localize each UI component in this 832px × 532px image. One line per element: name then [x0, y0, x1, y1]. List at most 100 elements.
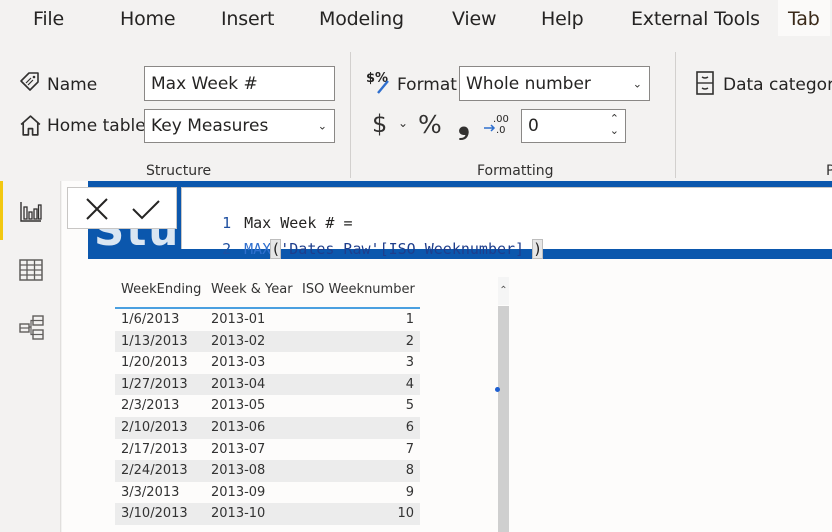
currency-dropdown-chevron-icon[interactable]: ⌄	[398, 116, 408, 130]
cell-week-year: 2013-10	[211, 506, 266, 522]
data-category-label[interactable]: Data category	[723, 75, 832, 95]
tab-modeling[interactable]: Modeling	[319, 8, 404, 30]
table-row[interactable]: 1/20/2013 2013-03 3	[115, 352, 420, 374]
tab-view[interactable]: View	[452, 8, 496, 30]
cell-weekending: 3/3/2013	[121, 484, 180, 500]
properties-group-label: P	[826, 163, 832, 179]
cell-iso-weeknumber: 1	[405, 312, 414, 327]
table-row[interactable]: 2/24/2013 2013-08 8	[115, 460, 420, 482]
group-divider	[675, 52, 676, 178]
measure-name-value: Max Week #	[151, 73, 258, 94]
formula-column-ref: 'Dates Raw'[ISO Weeknumber]	[280, 240, 534, 258]
tab-table-tools[interactable]: Tab	[778, 0, 830, 36]
cell-weekending: 2/17/2013	[121, 441, 188, 457]
bar-chart-icon[interactable]	[18, 199, 44, 225]
home-table-label: Home table	[47, 116, 146, 136]
comma-style-button[interactable]: ❟	[458, 106, 470, 141]
tab-help[interactable]: Help	[541, 8, 584, 30]
table-row[interactable]: 1/27/2013 2013-04 4	[115, 373, 420, 396]
ribbon: Name Max Week # Home table Key Measures …	[0, 44, 832, 181]
format-icon: $%	[366, 70, 394, 100]
stepper-down-icon[interactable]: ⌄	[610, 124, 619, 137]
table-row[interactable]: 3/3/2013 2013-09 9	[115, 482, 420, 504]
currency-button[interactable]: $	[372, 110, 387, 138]
cell-iso-weeknumber: 5	[405, 398, 414, 414]
tag-icon	[18, 70, 42, 98]
cell-week-year: 2013-02	[211, 333, 266, 349]
tab-file[interactable]: File	[33, 8, 64, 30]
tab-insert[interactable]: Insert	[221, 8, 274, 30]
cell-weekending: 2/24/2013	[121, 463, 188, 479]
table-row[interactable]: 3/10/2013 2013-10 10	[115, 503, 420, 525]
cell-weekending: 1/27/2013	[121, 376, 188, 392]
cell-week-year: 2013-05	[211, 398, 266, 414]
cell-weekending: 1/13/2013	[121, 333, 188, 349]
table-visual[interactable]: WeekEnding Week & Year ISO Weeknumber 1/…	[115, 277, 420, 525]
commit-formula-button[interactable]	[130, 194, 160, 224]
dax-formula-editor[interactable]: 1 Max Week # = 2 MAX('Dates Raw'[ISO Weekn…	[181, 187, 832, 259]
column-header-week-year[interactable]: Week & Year	[211, 282, 293, 297]
table-row[interactable]: 2/10/2013 2013-06 6	[115, 416, 420, 439]
cell-weekending: 2/3/2013	[121, 398, 180, 414]
format-value: Whole number	[466, 73, 591, 94]
table-grid-icon[interactable]	[18, 257, 44, 283]
cell-weekending: 3/10/2013	[121, 506, 188, 522]
formula-open-paren: (	[270, 239, 282, 259]
tab-home[interactable]: Home	[120, 8, 176, 30]
name-label: Name	[47, 75, 98, 95]
data-category-icon	[696, 71, 714, 99]
percent-button[interactable]: %	[418, 110, 442, 139]
cell-week-year: 2013-04	[211, 376, 266, 392]
svg-text:.0: .0	[496, 125, 506, 136]
model-icon[interactable]	[18, 314, 44, 340]
view-switcher-rail	[0, 181, 61, 532]
cell-week-year: 2013-03	[211, 355, 266, 371]
column-header-weekending[interactable]: WeekEnding	[121, 282, 201, 297]
home-table-value: Key Measures	[151, 116, 269, 136]
column-header-iso-weeknumber[interactable]: ISO Weeknumber	[302, 282, 415, 297]
chevron-down-icon: ⌄	[317, 119, 327, 133]
decimal-places-icon[interactable]: .00.0	[483, 112, 509, 140]
cell-week-year: 2013-06	[211, 419, 266, 435]
cancel-formula-button[interactable]	[82, 194, 112, 224]
format-select[interactable]: Whole number ⌄	[459, 66, 650, 101]
decimal-places-stepper[interactable]: 0 ⌃ ⌄	[521, 109, 626, 143]
table-body: 1/6/2013 2013-01 1 1/13/2013 2013-02 2 1/20/20…	[115, 309, 420, 525]
cell-iso-weeknumber: 3	[405, 355, 414, 371]
formula-close-paren: )	[532, 239, 544, 259]
table-row[interactable]: 1/13/2013 2013-02 2	[115, 330, 420, 353]
cell-iso-weeknumber: 9	[405, 484, 414, 500]
cell-iso-weeknumber: 10	[397, 506, 414, 522]
format-label: Format	[397, 75, 457, 95]
vertical-scrollbar[interactable]	[498, 306, 509, 532]
cell-weekending: 1/20/2013	[121, 355, 188, 371]
chevron-down-icon: ⌄	[632, 77, 642, 90]
line-number: 2	[222, 240, 232, 258]
home-icon	[18, 113, 43, 142]
formula-actions	[67, 187, 177, 229]
table-row[interactable]: 2/3/2013 2013-05 5	[115, 395, 420, 417]
decimal-places-value: 0	[528, 116, 539, 136]
active-view-indicator	[0, 181, 3, 240]
measure-name-input[interactable]: Max Week #	[144, 66, 335, 101]
table-row[interactable]: 2/17/2013 2013-07 7	[115, 439, 420, 461]
group-divider	[350, 52, 351, 178]
formula-line-2: 2 MAX('Dates Raw'[ISO Weeknumber] )	[186, 222, 544, 276]
scroll-up-button[interactable]: ⌃	[498, 277, 509, 305]
menu-bar: File Home Insert Modeling View Help Exte…	[0, 0, 832, 44]
cell-week-year: 2013-01	[211, 312, 266, 327]
tab-external-tools[interactable]: External Tools	[631, 8, 760, 30]
structure-group-label: Structure	[146, 163, 212, 179]
cell-iso-weeknumber: 7	[405, 441, 414, 457]
cell-iso-weeknumber: 8	[405, 463, 414, 479]
home-table-select[interactable]: Key Measures ⌄	[144, 109, 335, 143]
visual-resize-handle[interactable]	[495, 387, 500, 392]
cell-week-year: 2013-08	[211, 463, 266, 479]
formula-function: MAX	[244, 240, 272, 258]
cell-weekending: 2/10/2013	[121, 419, 188, 435]
formatting-group-label: Formatting	[477, 163, 554, 179]
table-header: WeekEnding Week & Year ISO Weeknumber	[115, 277, 420, 309]
cell-iso-weeknumber: 2	[405, 333, 414, 349]
svg-text:.00: .00	[493, 114, 509, 125]
table-row[interactable]: 1/6/2013 2013-01 1	[115, 309, 420, 331]
